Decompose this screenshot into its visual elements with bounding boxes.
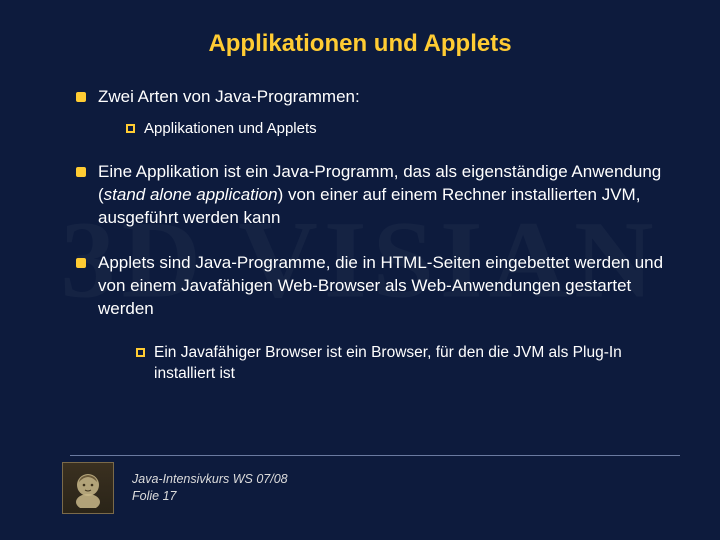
sub-bullet-item: Ein Javafähiger Browser ist ein Browser,… bbox=[136, 343, 680, 385]
footer-course: Java-Intensivkurs WS 07/08 bbox=[132, 471, 288, 488]
bullet-list: Zwei Arten von Java-Programmen: Applikat… bbox=[40, 86, 680, 321]
sub-bullet-list: Ein Javafähiger Browser ist ein Browser,… bbox=[108, 343, 680, 385]
footer-folio: Folie 17 bbox=[132, 488, 288, 505]
sub-bullet-text: Applikationen und Applets bbox=[144, 120, 317, 137]
sub-bullet-list: Applikationen und Applets bbox=[98, 119, 680, 139]
goethe-portrait-icon bbox=[68, 468, 108, 508]
slide-footer: Java-Intensivkurs WS 07/08 Folie 17 bbox=[70, 455, 680, 514]
slide-container: Applikationen und Applets Zwei Arten von… bbox=[0, 0, 720, 540]
bullet-text: Applets sind Java-Programme, die in HTML… bbox=[98, 253, 663, 318]
bullet-item: Applets sind Java-Programme, die in HTML… bbox=[80, 252, 680, 321]
footer-text-block: Java-Intensivkurs WS 07/08 Folie 17 bbox=[132, 471, 288, 505]
slide-title: Applikationen und Applets bbox=[40, 30, 680, 58]
sub-bullet-text: Ein Javafähiger Browser ist ein Browser,… bbox=[154, 344, 622, 382]
bullet-item: Zwei Arten von Java-Programmen: Applikat… bbox=[80, 86, 680, 139]
bullet-item: Eine Applikation ist ein Java-Programm, … bbox=[80, 161, 680, 230]
university-logo bbox=[62, 462, 114, 514]
bullet-text: Zwei Arten von Java-Programmen: bbox=[98, 87, 360, 106]
bullet-text-italic: stand alone application bbox=[104, 185, 278, 204]
sub-bullet-item: Applikationen und Applets bbox=[126, 119, 680, 139]
